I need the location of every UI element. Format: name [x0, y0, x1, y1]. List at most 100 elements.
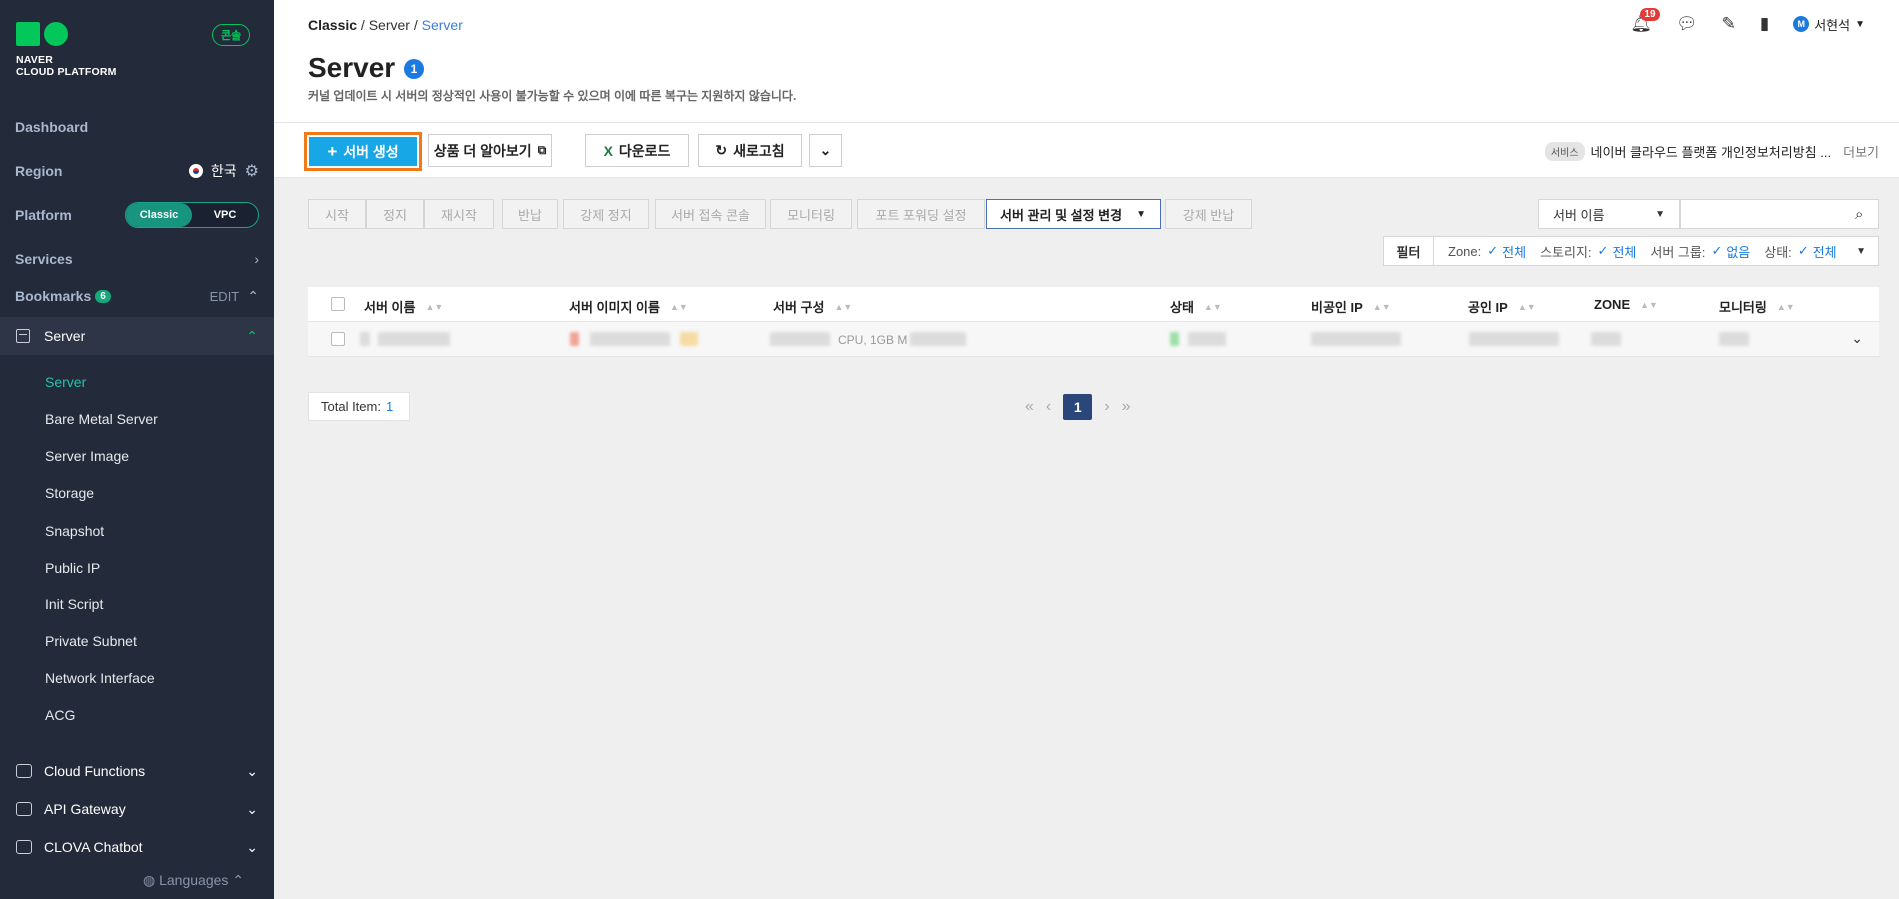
sidebar-item-dashboard[interactable]: Dashboard [0, 107, 274, 147]
expand-row-icon[interactable]: ⌄ [1851, 330, 1863, 347]
search-field-select[interactable]: 서버 이름 ▼ [1538, 199, 1680, 229]
check-icon: ✓ [1711, 243, 1723, 258]
sort-icon: ▲▼ [1640, 299, 1658, 310]
sidebar-item-private-subnet[interactable]: Private Subnet [45, 633, 137, 649]
notice-more-link[interactable]: 더보기 [1843, 142, 1879, 161]
notification-bell-icon[interactable]: 🔔︎ 19 [1630, 8, 1660, 34]
chat-icon[interactable]: 💬︎ [1676, 14, 1698, 34]
column-private-ip[interactable]: 비공인 IP ▲▼ [1311, 297, 1391, 316]
platform-option-vpc[interactable]: VPC [192, 203, 258, 227]
restart-button[interactable]: 재시작 [424, 199, 494, 229]
refresh-label: 새로고침 [733, 142, 785, 159]
filter-storage-label: 스토리지: [1540, 244, 1592, 260]
total-label: Total Item: [321, 399, 381, 414]
column-status[interactable]: 상태 ▲▼ [1170, 297, 1222, 316]
caret-down-icon: ▼ [1136, 208, 1146, 220]
title-count-badge: 1 [404, 59, 424, 79]
service-notice: 서비스 네이버 클라우드 플랫폼 개인정보처리방침 ... 더보기 [1544, 142, 1879, 161]
platform-option-classic[interactable]: Classic [126, 203, 192, 227]
force-return-button[interactable]: 강제 반납 [1165, 199, 1252, 229]
sidebar-item-storage[interactable]: Storage [45, 485, 94, 501]
sidebar-item-network-interface[interactable]: Network Interface [45, 670, 155, 686]
cloud-functions-icon [16, 764, 32, 778]
platform-label: Platform [15, 207, 72, 223]
chevron-right-icon: › [254, 251, 259, 267]
sidebar-item-bare-metal-server[interactable]: Bare Metal Server [45, 411, 158, 427]
create-server-highlight: + 서버 생성 [304, 132, 422, 171]
column-public-ip[interactable]: 공인 IP ▲▼ [1468, 297, 1536, 316]
table-row[interactable]: CPU, 1GB M ⌄ [308, 322, 1879, 357]
column-image-name[interactable]: 서버 이미지 이름 ▲▼ [569, 297, 688, 316]
platform-toggle[interactable]: Classic VPC [125, 202, 259, 228]
column-server-name[interactable]: 서버 이름 ▲▼ [364, 297, 443, 316]
sidebar-item-server-group[interactable]: Server ⌃ [0, 317, 274, 355]
sidebar-item-acg[interactable]: ACG [45, 707, 75, 723]
filter-zone-label: Zone: [1448, 243, 1482, 259]
sidebar-item-services[interactable]: Services › [0, 239, 274, 279]
page-number-current[interactable]: 1 [1063, 394, 1093, 420]
monitoring-button[interactable]: 모니터링 [770, 199, 852, 229]
filter-bar[interactable]: 필터 Zone: ✓ 전체 스토리지: ✓ 전체 서버 그룹: ✓ 없음 상태:… [1383, 236, 1879, 266]
external-link-icon: ⧉ [537, 143, 547, 157]
server-manage-dropdown[interactable]: 서버 관리 및 설정 변경 ▼ [986, 199, 1161, 229]
server-console-button[interactable]: 서버 접속 콘솔 [655, 199, 766, 229]
first-page-icon[interactable]: « [1025, 398, 1034, 416]
port-forwarding-button[interactable]: 포트 포워딩 설정 [857, 199, 985, 229]
sidebar-item-public-ip[interactable]: Public IP [45, 560, 100, 576]
stop-button[interactable]: 정지 [366, 199, 424, 229]
caret-down-icon: ▼ [1855, 18, 1865, 30]
gear-icon[interactable]: ⚙ [245, 161, 259, 181]
select-all-checkbox[interactable] [331, 297, 345, 311]
chevron-down-icon: ⌄ [246, 800, 258, 817]
naver-cloud-logo[interactable]: NAVER CLOUD PLATFORM [16, 22, 117, 78]
book-icon[interactable]: ▮ [1760, 14, 1769, 34]
search-field-value: 서버 이름 [1553, 207, 1605, 223]
learn-more-button[interactable]: 상품 더 알아보기 ⧉ [428, 134, 552, 167]
sidebar-item-snapshot[interactable]: Snapshot [45, 523, 104, 539]
create-server-button[interactable]: + 서버 생성 [309, 137, 417, 166]
sidebar-item-api-gateway[interactable]: API Gateway ⌄ [0, 790, 274, 828]
sort-icon: ▲▼ [425, 301, 444, 312]
chevron-up-icon[interactable]: ⌃ [247, 288, 259, 305]
api-gateway-icon [16, 802, 32, 816]
last-page-icon[interactable]: » [1122, 398, 1131, 416]
api-gateway-label: API Gateway [44, 801, 126, 817]
filter-button[interactable]: 필터 [1384, 237, 1434, 265]
breadcrumb-server[interactable]: Server [369, 17, 410, 33]
clova-chatbot-label: CLOVA Chatbot [44, 839, 143, 855]
column-zone[interactable]: ZONE ▲▼ [1594, 297, 1658, 312]
column-monitoring[interactable]: 모니터링 ▲▼ [1719, 297, 1795, 316]
refresh-button[interactable]: ↻ 새로고침 [698, 134, 802, 167]
region-value[interactable]: 한국 [211, 161, 237, 181]
bookmarks-edit-button[interactable]: EDIT [210, 289, 240, 304]
more-actions-button[interactable]: ⌄ [809, 134, 842, 167]
sidebar-item-server[interactable]: Server [45, 374, 86, 390]
search-icon[interactable]: ⌕ [1855, 206, 1863, 223]
sidebar-item-init-script[interactable]: Init Script [45, 596, 103, 612]
next-page-icon[interactable]: › [1104, 398, 1109, 416]
start-button[interactable]: 시작 [308, 199, 366, 229]
return-button[interactable]: 반납 [502, 199, 558, 229]
sidebar-item-server-image[interactable]: Server Image [45, 448, 129, 464]
user-menu[interactable]: M 서현석 ▼ [1793, 15, 1865, 34]
breadcrumb-classic[interactable]: Classic [308, 17, 357, 33]
user-name: 서현석 [1814, 17, 1851, 33]
memo-icon[interactable]: ✎ [1722, 14, 1736, 34]
sidebar-item-cloud-functions[interactable]: Cloud Functions ⌄ [0, 752, 274, 790]
avatar: M [1793, 16, 1810, 32]
sort-icon: ▲▼ [1203, 301, 1222, 312]
search-input[interactable] [1680, 199, 1879, 229]
notice-tag: 서비스 [1544, 142, 1585, 161]
filter-zone-value: 전체 [1502, 244, 1527, 260]
languages-button[interactable]: ◍ Languages ⌃ [143, 872, 244, 889]
download-button[interactable]: X 다운로드 [585, 134, 689, 167]
column-server-spec[interactable]: 서버 구성 ▲▼ [773, 297, 852, 316]
row-checkbox[interactable] [331, 332, 345, 346]
console-badge[interactable]: 콘솔 [212, 24, 251, 46]
table-header: 서버 이름 ▲▼ 서버 이미지 이름 ▲▼ 서버 구성 ▲▼ 상태 ▲▼ 비공인 IP ▲… [308, 287, 1879, 322]
sidebar-item-clova-chatbot[interactable]: CLOVA Chatbot ⌄ [0, 828, 274, 866]
notice-text[interactable]: 네이버 클라우드 플랫폼 개인정보처리방침 ... [1591, 142, 1832, 161]
force-stop-button[interactable]: 강제 정지 [563, 199, 649, 229]
sidebar-region: Region 한국 ⚙ [0, 151, 274, 191]
prev-page-icon[interactable]: ‹ [1046, 398, 1051, 416]
